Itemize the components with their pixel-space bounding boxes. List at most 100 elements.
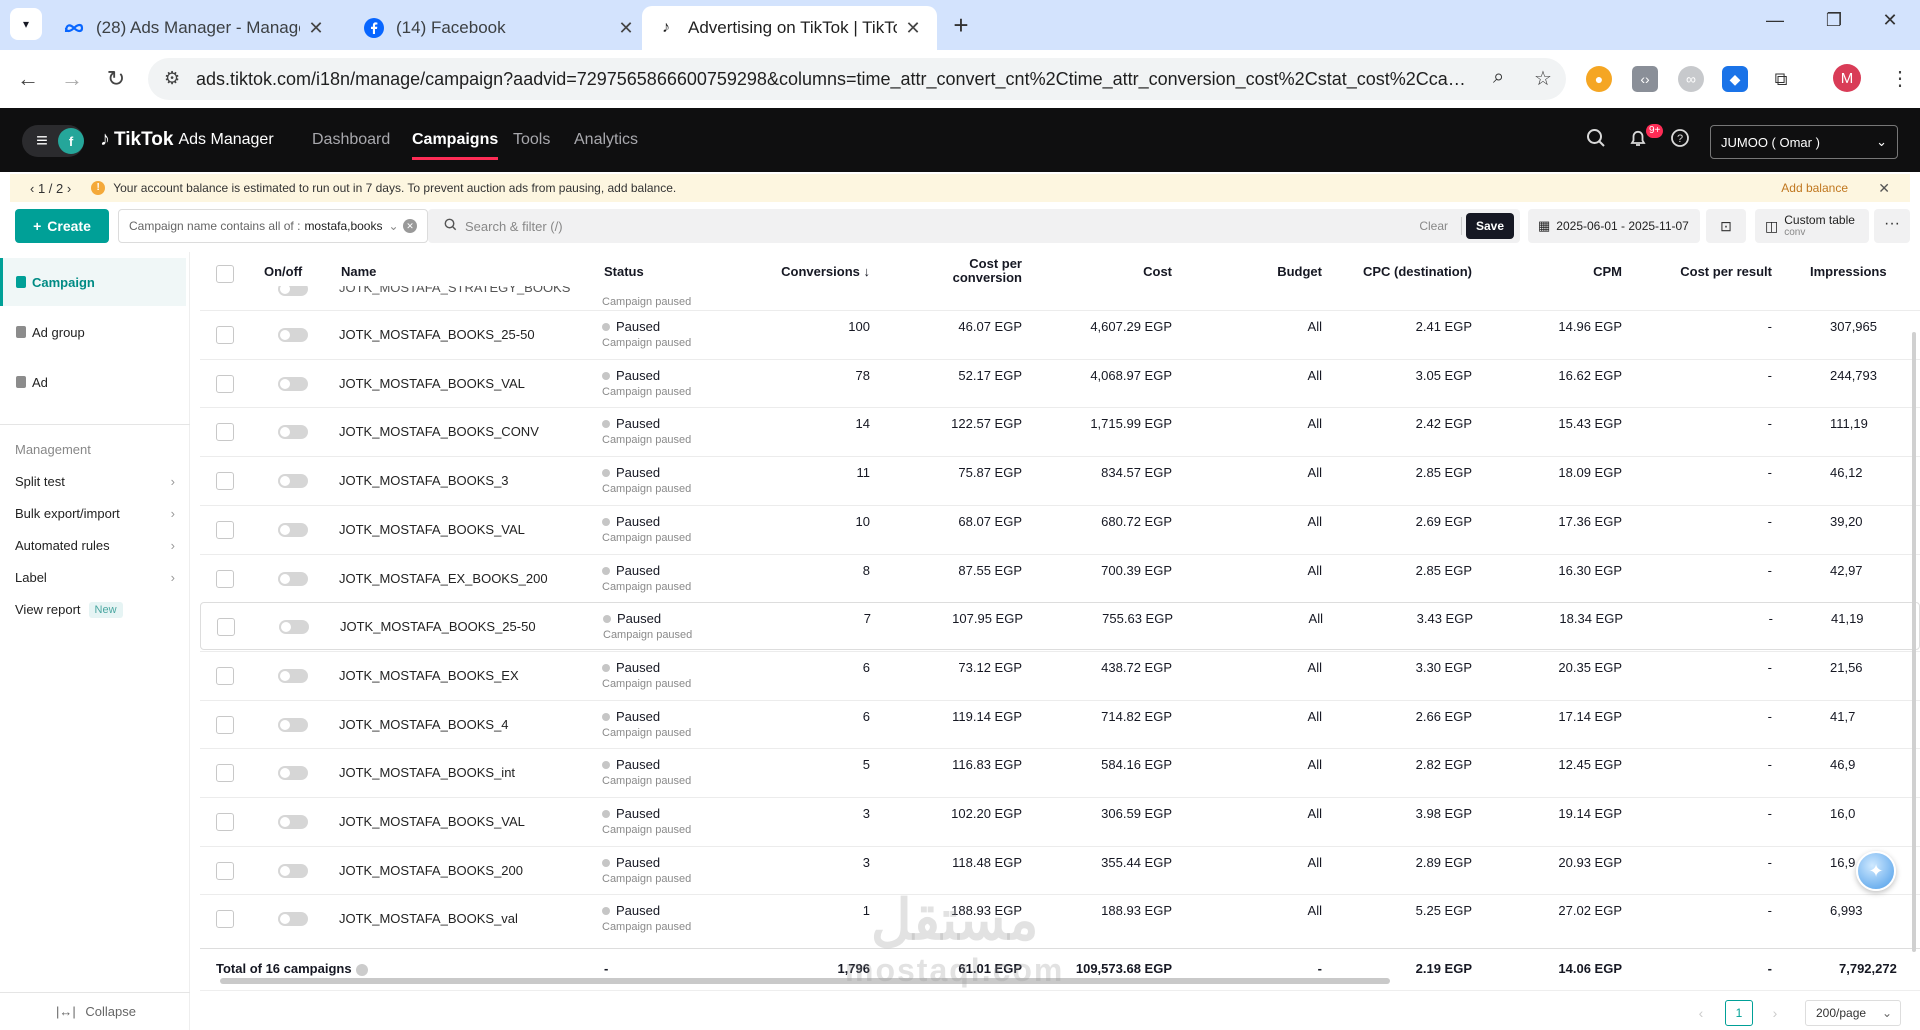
- campaign-name[interactable]: JOTK_MOSTAFA_BOOKS_VAL: [339, 814, 525, 829]
- back-arrow-icon[interactable]: ←: [12, 63, 44, 95]
- row-checkbox[interactable]: [216, 666, 234, 685]
- horizontal-scrollbar[interactable]: [220, 978, 1390, 984]
- zoom-icon[interactable]: ⌕: [1493, 66, 1504, 89]
- sidebar-item-label-mgmt[interactable]: Label ›: [15, 570, 175, 585]
- column-header-impressions[interactable]: Impressions: [1810, 264, 1887, 279]
- column-header-cost[interactable]: Cost: [1070, 264, 1172, 279]
- campaign-name[interactable]: JOTK_MOSTAFA_BOOKS_CONV: [339, 424, 539, 439]
- table-row[interactable]: JOTK_MOSTAFA_BOOKS_VAL Paused Campaign pau…: [200, 504, 1920, 553]
- row-checkbox[interactable]: [216, 423, 234, 442]
- campaign-name[interactable]: JOTK_MOSTAFA_BOOKS_val: [339, 911, 518, 926]
- browser-tab-tiktok[interactable]: ♪ Advertising on TikTok | TikTok A ✕: [642, 6, 937, 50]
- campaign-toggle[interactable]: [279, 620, 309, 635]
- forward-arrow-icon[interactable]: →: [56, 63, 88, 95]
- sidebar-item-campaign[interactable]: Campaign: [0, 258, 186, 306]
- table-row[interactable]: JOTK_MOSTAFA_BOOKS_4 Paused Campaign pause…: [200, 699, 1920, 748]
- nav-dashboard[interactable]: Dashboard: [312, 131, 390, 149]
- address-bar[interactable]: ⚙ ads.tiktok.com/i18n/manage/campaign?aa…: [148, 58, 1566, 100]
- page-size-select[interactable]: 200/page ⌄: [1805, 1000, 1901, 1026]
- close-icon[interactable]: ✕: [1878, 180, 1890, 197]
- compare-button[interactable]: ⊡: [1706, 209, 1746, 243]
- nav-tools[interactable]: Tools: [513, 131, 550, 149]
- sidebar-item-split-test[interactable]: Split test ›: [15, 474, 175, 489]
- new-tab-button[interactable]: +: [945, 10, 977, 42]
- remove-filter-icon[interactable]: ✕: [403, 219, 417, 233]
- table-row[interactable]: JOTK_MOSTAFA_BOOKS_EX Paused Campaign paus…: [200, 650, 1920, 699]
- campaign-name[interactable]: JOTK_MOSTAFA_EX_BOOKS_200: [339, 571, 548, 586]
- table-row[interactable]: JOTK_MOSTAFA_BOOKS_200 Paused Campaign pau…: [200, 845, 1920, 894]
- campaign-toggle[interactable]: [278, 425, 308, 440]
- column-header-cost-per-result[interactable]: Cost per result: [1640, 264, 1772, 279]
- info-icon[interactable]: [355, 963, 368, 976]
- date-range-picker[interactable]: ▦ 2025-06-01 - 2025-11-07: [1528, 209, 1700, 243]
- row-checkbox[interactable]: [216, 326, 234, 344]
- account-selector[interactable]: JUMOO ( Omar ) ⌄: [1710, 125, 1898, 159]
- row-checkbox[interactable]: [216, 472, 234, 491]
- campaign-toggle[interactable]: [278, 766, 308, 781]
- campaign-name[interactable]: JOTK_MOSTAFA_BOOKS_EX: [339, 668, 519, 683]
- nav-analytics[interactable]: Analytics: [574, 131, 638, 149]
- tab-search-button[interactable]: ▾: [10, 8, 42, 40]
- campaign-toggle[interactable]: [278, 328, 308, 342]
- select-all-checkbox[interactable]: [216, 265, 234, 283]
- table-row[interactable]: JOTK_MOSTAFA_BOOKS_VAL Paused Campaign pau…: [200, 358, 1920, 407]
- column-header-status[interactable]: Status: [604, 264, 644, 279]
- row-checkbox[interactable]: [216, 715, 234, 734]
- sidebar-item-view-report[interactable]: View report New: [15, 602, 175, 618]
- column-header-cpm[interactable]: CPM: [1470, 264, 1622, 279]
- star-icon[interactable]: ☆: [1534, 66, 1552, 91]
- close-icon[interactable]: ✕: [616, 18, 636, 39]
- campaign-name[interactable]: JOTK_MOSTAFA_BOOKS_3: [339, 473, 509, 488]
- column-header-name[interactable]: Name: [341, 264, 376, 279]
- sidebar-item-automated-rules[interactable]: Automated rules ›: [15, 538, 175, 553]
- sidebar-item-ad[interactable]: Ad: [0, 358, 186, 406]
- minimize-button[interactable]: —: [1755, 10, 1795, 40]
- campaign-toggle[interactable]: [278, 863, 308, 878]
- profile-avatar[interactable]: M: [1833, 64, 1861, 92]
- campaign-toggle[interactable]: [278, 717, 308, 732]
- table-row[interactable]: JOTK_MOSTAFA_BOOKS_VAL Paused Campaign pau…: [200, 797, 1920, 845]
- close-icon[interactable]: ✕: [306, 18, 326, 39]
- column-header-conversions[interactable]: Conversions ↓: [780, 264, 870, 279]
- row-checkbox[interactable]: [216, 861, 234, 880]
- campaign-toggle[interactable]: [278, 522, 308, 537]
- sidebar-item-bulk-export[interactable]: Bulk export/import ›: [15, 506, 175, 521]
- next-page-icon[interactable]: ›: [1762, 1000, 1788, 1026]
- active-filter-tag[interactable]: Campaign name contains all of : mostafa,…: [118, 209, 428, 243]
- row-checkbox[interactable]: [216, 520, 234, 539]
- campaign-name[interactable]: JOTK_MOSTAFA_BOOKS_200: [339, 863, 523, 878]
- row-checkbox[interactable]: [216, 374, 234, 393]
- vertical-scrollbar[interactable]: [1912, 332, 1916, 952]
- search-filter-input[interactable]: Search & filter (/) Clear Save: [428, 209, 1520, 243]
- campaign-toggle[interactable]: [278, 571, 308, 586]
- assistant-sparkle-icon[interactable]: ✦: [1856, 851, 1896, 891]
- campaign-name[interactable]: JOTK_MOSTAFA_STRATEGY_BOOKS: [339, 286, 570, 295]
- campaign-name[interactable]: JOTK_MOSTAFA_BOOKS_VAL: [339, 376, 525, 391]
- row-checkbox[interactable]: [217, 618, 235, 637]
- tag-extension-icon[interactable]: ◆: [1722, 66, 1748, 92]
- devtools-extension-icon[interactable]: ‹›: [1632, 66, 1658, 92]
- extension-icon[interactable]: ●: [1586, 66, 1612, 92]
- column-header-budget[interactable]: Budget: [1220, 264, 1322, 279]
- browser-tab-facebook[interactable]: (14) Facebook ✕: [350, 6, 650, 50]
- prev-page-icon[interactable]: ‹: [1688, 1000, 1714, 1026]
- campaign-toggle[interactable]: [278, 474, 308, 489]
- column-header-cpc[interactable]: CPC (destination): [1330, 264, 1472, 279]
- table-row[interactable]: JOTK_MOSTAFA_BOOKS_25-50 Paused Campaign p…: [200, 602, 1920, 651]
- current-page[interactable]: 1: [1725, 1000, 1753, 1026]
- workspace-menu-button[interactable]: ≡ f: [22, 125, 84, 157]
- column-header-cost-per-conversion[interactable]: Cost per conversion: [920, 257, 1022, 285]
- collapse-button[interactable]: |↔| Collapse: [56, 1004, 136, 1019]
- table-row[interactable]: JOTK_MOSTAFA_BOOKS_25-50 Paused Campaign p…: [200, 310, 1920, 358]
- nav-campaigns[interactable]: Campaigns: [412, 131, 499, 160]
- row-checkbox[interactable]: [216, 813, 234, 831]
- table-row[interactable]: JOTK_MOSTAFA_BOOKS_3 Paused Campaign pause…: [200, 456, 1920, 504]
- table-row[interactable]: JOTK_MOSTAFA_BOOKS_int Paused Campaign pau…: [200, 748, 1920, 796]
- campaign-toggle[interactable]: [278, 376, 308, 391]
- help-icon[interactable]: ?: [1670, 128, 1690, 154]
- campaign-name[interactable]: JOTK_MOSTAFA_BOOKS_25-50: [339, 327, 535, 342]
- table-row-partial[interactable]: JOTK_MOSTAFA_STRATEGY_BOOKS Campaign pau…: [200, 286, 1920, 310]
- row-checkbox[interactable]: [216, 569, 234, 588]
- clear-button[interactable]: Clear: [1419, 219, 1448, 233]
- browser-menu-icon[interactable]: ⋮: [1890, 66, 1910, 91]
